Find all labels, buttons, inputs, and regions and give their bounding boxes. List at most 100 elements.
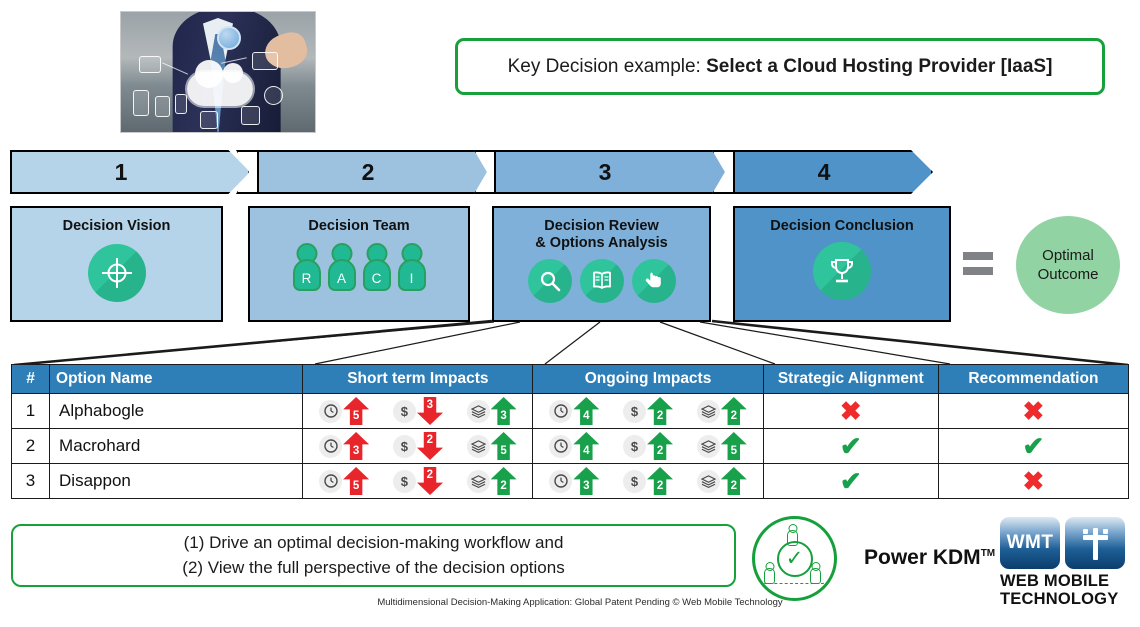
process-chevron-3[interactable]: 3 — [494, 150, 734, 194]
table-row[interactable]: 2 Macrohard 3 $2 5 4 $2 5 ✔ ✔ — [10, 428, 1130, 464]
impact-arrow-up: 3 — [343, 432, 370, 460]
stage-panel-decision-conclusion[interactable]: Decision Conclusion — [733, 206, 951, 322]
impact-arrow-up: 5 — [343, 397, 370, 425]
globe-icon — [217, 26, 241, 50]
key-decision-value: Select a Cloud Hosting Provider [IaaS] — [706, 55, 1053, 77]
stage-panel-decision-team[interactable]: Decision Team R A C I — [248, 206, 470, 322]
power-kdm-wordmark: Power KDMTM — [864, 546, 995, 570]
desktop-icon — [155, 96, 170, 117]
impact-pair-dollar-icon: $2 — [623, 397, 674, 425]
impact-pair-layers-icon: 3 — [466, 397, 517, 425]
raci-person-i: I — [397, 243, 427, 292]
hero-photo — [120, 11, 316, 133]
impact-arrow-up: 2 — [490, 467, 517, 495]
status-x-icon: ✖ — [839, 396, 862, 426]
impact-value: 3 — [352, 444, 360, 457]
wmt-label: WEB MOBILE TECHNOLOGY — [1000, 572, 1130, 608]
process-chevron-2-number: 2 — [361, 158, 375, 185]
impact-value: 2 — [730, 409, 737, 422]
clock-icon — [549, 399, 573, 423]
connector-fan — [13, 319, 1129, 367]
optimal-outcome-line2: Outcome — [1037, 266, 1099, 283]
raci-letter-a: A — [327, 259, 356, 292]
optimal-outcome-badge: Optimal Outcome — [1016, 216, 1120, 314]
cell-option-name: Disappon — [49, 463, 304, 499]
cell-ongoing: 4 $2 5 — [532, 428, 764, 464]
wmt-label-line1: WEB MOBILE — [1000, 572, 1110, 590]
stage-3-title-line1: Decision Review — [544, 218, 659, 234]
impact-value: 2 — [426, 434, 434, 446]
legal-notice: Multidimensional Decision-Making Applica… — [377, 597, 783, 608]
impact-pair-clock-icon: 4 — [549, 432, 600, 460]
stage-panel-decision-review[interactable]: Decision Review & Options Analysis — [492, 206, 711, 322]
impact-value: 2 — [656, 444, 664, 457]
impact-arrow-up: 3 — [490, 397, 517, 425]
wmt-tiles: WMT — [1000, 517, 1130, 569]
stage-3-title: Decision Review & Options Analysis — [535, 218, 667, 252]
short-term-impacts: 5 $3 3 — [303, 394, 532, 428]
clock-icon — [319, 399, 343, 423]
cloud-icon — [187, 60, 253, 106]
impact-pair-clock-icon: 5 — [319, 397, 370, 425]
cell-recommendation: ✖ — [937, 463, 1130, 499]
stage-panel-decision-vision[interactable]: Decision Vision — [10, 206, 223, 322]
building-icon — [241, 106, 260, 125]
raci-letter-c: C — [362, 259, 391, 292]
equals-icon — [963, 252, 993, 282]
search-globe-icon — [264, 86, 283, 105]
process-chevron-4[interactable]: 4 — [733, 150, 933, 194]
stage-3-title-line2: & Options Analysis — [535, 235, 668, 252]
col-header-option-name: Option Name — [49, 364, 304, 394]
impact-arrow-up: 5 — [343, 467, 370, 495]
impact-pair-dollar-icon: $2 — [392, 467, 443, 495]
impact-pair-clock-icon: 5 — [319, 467, 370, 495]
impact-arrow-up: 2 — [647, 432, 674, 460]
wmt-logo: WMT WEB MOBILE TECHNOLOGY — [1000, 517, 1130, 608]
impact-pair-dollar-icon: $2 — [392, 432, 443, 460]
impact-value: 5 — [352, 409, 360, 422]
impact-pair-layers-icon: 5 — [466, 432, 517, 460]
laptop-icon — [252, 52, 278, 70]
impact-pair-clock-icon: 3 — [319, 432, 370, 460]
dollar-icon: $ — [623, 399, 647, 423]
cell-recommendation: ✔ — [937, 428, 1130, 464]
power-kdm-name: Power KDM — [864, 546, 981, 569]
impact-value: 2 — [656, 479, 664, 492]
impact-pair-dollar-icon: $2 — [623, 467, 674, 495]
impact-pair-dollar-icon: $2 — [623, 432, 674, 460]
ongoing-impacts: 4 $2 2 — [533, 394, 762, 428]
stage-2-title: Decision Team — [308, 218, 410, 234]
raci-letter-r: R — [292, 259, 321, 292]
impact-arrow-down: 3 — [417, 397, 443, 425]
impact-pair-layers-icon: 2 — [466, 467, 517, 495]
target-icon — [87, 244, 146, 303]
optimal-outcome-line1: Optimal — [1042, 246, 1094, 264]
magnifier-icon — [527, 259, 572, 304]
impact-pair-layers-icon: 2 — [696, 397, 747, 425]
impact-pair-layers-icon: 2 — [696, 467, 747, 495]
dollar-icon: $ — [392, 399, 416, 423]
process-chevron-1[interactable]: 1 — [10, 150, 250, 194]
impact-arrow-up: 5 — [490, 432, 517, 460]
pointing-hand-icon — [631, 259, 676, 304]
layers-icon — [696, 399, 720, 423]
cell-short-term: 5 $3 3 — [302, 393, 534, 429]
dollar-icon: $ — [623, 469, 647, 493]
process-chevron-2[interactable]: 2 — [257, 150, 497, 194]
cell-strategic-alignment: ✔ — [762, 428, 939, 464]
wmt-label-line2: TECHNOLOGY — [1000, 590, 1119, 609]
table-row[interactable]: 3 Disappon 5 $2 2 3 $2 2 ✔ ✖ — [10, 463, 1130, 499]
checkmark-icon: ✓ — [776, 540, 813, 577]
cell-short-term: 5 $2 2 — [302, 463, 534, 499]
person-icon — [764, 568, 775, 584]
dollar-icon: $ — [623, 434, 647, 458]
clock-icon — [549, 469, 573, 493]
value-statement-line1: (1) Drive an optimal decision-making wor… — [183, 533, 564, 553]
impact-arrow-up: 2 — [647, 467, 674, 495]
raci-group: R A C I — [292, 243, 427, 292]
lock-icon — [200, 111, 218, 129]
table-row[interactable]: 1 Alphabogle 5 $3 3 4 $2 2 ✖ ✖ — [10, 393, 1130, 429]
process-chevron-1-number: 1 — [114, 158, 128, 185]
options-table-head: # Option Name Short term Impacts Ongoing… — [10, 364, 1130, 394]
options-table: # Option Name Short term Impacts Ongoing… — [10, 364, 1130, 499]
